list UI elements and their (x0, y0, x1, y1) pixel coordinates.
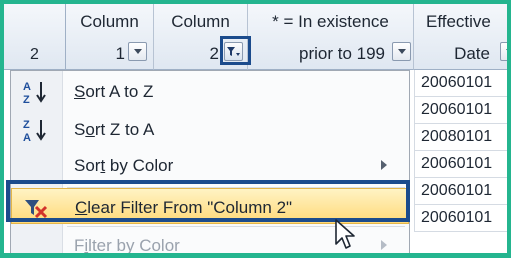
effective-date-cell[interactable]: 20060101 (414, 97, 507, 124)
effective-date-filter-dropdown-button[interactable] (500, 42, 507, 61)
menu-item-sort-z-to-a[interactable]: Z A Sort Z to A (11, 111, 409, 147)
submenu-arrow-icon (381, 240, 387, 250)
svg-text:Z: Z (23, 94, 30, 105)
effective-date-cell[interactable]: 20060101 (414, 70, 507, 97)
effective-date-cell[interactable]: 20060101 (414, 178, 507, 205)
menu-item-label: Filter by Color (74, 236, 180, 255)
clear-filter-highlight (6, 180, 410, 222)
existence-column-title: * = In existence (272, 12, 389, 31)
column-header-effective-date[interactable]: Effective Date (414, 4, 507, 70)
menu-item-label: Sort Z to A (74, 120, 155, 139)
column-2-value: 2 (209, 44, 219, 63)
screenshot-frame: 2 Column 1 Column 2 * = In existence pri… (0, 0, 511, 258)
column-header-existence[interactable]: * = In existence prior to 199 (248, 4, 414, 70)
menu-item-sort-a-to-z[interactable]: A Z Sort A to Z (11, 73, 409, 109)
submenu-arrow-icon (381, 160, 387, 170)
existence-filter-dropdown-button[interactable] (392, 42, 411, 61)
chevron-down-icon (398, 49, 406, 54)
svg-text:A: A (23, 132, 31, 143)
filter-button-highlight (220, 36, 251, 65)
existence-column-value: prior to 199 (299, 44, 385, 63)
effective-column-value: Date (454, 44, 490, 63)
column-1-value: 1 (115, 44, 125, 63)
column-1-filter-dropdown-button[interactable] (128, 42, 147, 61)
menu-item-label: Sort A to Z (74, 82, 154, 101)
svg-text:A: A (23, 81, 31, 93)
effective-column-title: Effective (426, 12, 491, 31)
chevron-down-icon (506, 49, 507, 54)
column-header-row: 2 Column 1 Column 2 * = In existence pri… (4, 4, 507, 70)
sort-ascending-icon: A Z (23, 81, 46, 105)
svg-text:Z: Z (23, 119, 30, 131)
column-2-title: Column (171, 12, 230, 31)
effective-date-cell[interactable]: 20080101 (414, 124, 507, 151)
effective-date-cell[interactable]: 20060101 (414, 151, 507, 178)
mouse-pointer-icon (335, 219, 355, 249)
row-header: 2 (4, 4, 66, 70)
menu-item-label: Sort by Color (74, 156, 174, 175)
column-1-title: Column (80, 12, 139, 31)
column-header-column-1[interactable]: Column 1 (66, 4, 154, 70)
row-number: 2 (30, 46, 39, 63)
chevron-down-icon (134, 49, 142, 54)
effective-date-cell[interactable]: 20060101 (414, 205, 507, 232)
menu-item-sort-by-color[interactable]: Sort by Color (11, 147, 409, 183)
sort-descending-icon: Z A (23, 119, 46, 143)
